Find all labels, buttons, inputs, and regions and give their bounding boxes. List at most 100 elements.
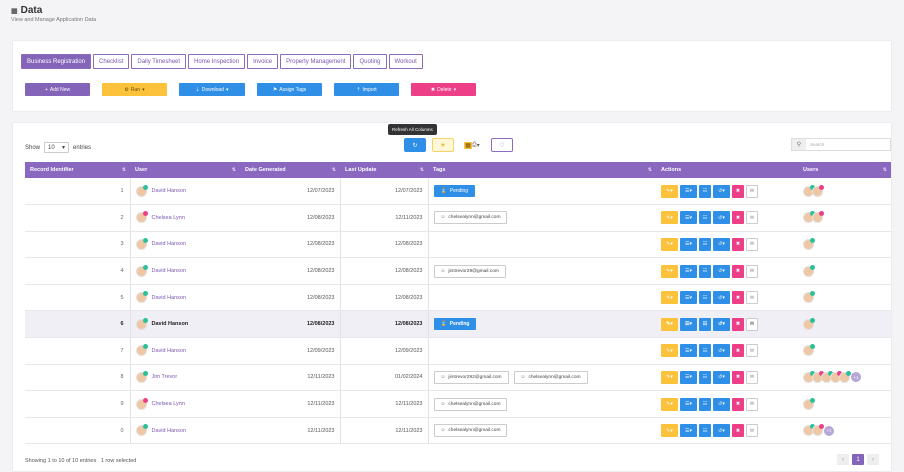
download-button[interactable]: ⇣ Download ▾ bbox=[179, 83, 245, 96]
prev-page-button[interactable]: ‹ bbox=[837, 454, 849, 465]
comment-button[interactable]: ✉ bbox=[746, 184, 758, 198]
delete-row-button[interactable]: ✖ bbox=[732, 317, 744, 331]
edit-button[interactable]: ✎▾ bbox=[661, 237, 678, 251]
comment-button[interactable]: ✉ bbox=[746, 317, 758, 331]
tab-business-registration[interactable]: Business Registration bbox=[21, 54, 92, 69]
refresh-button[interactable]: ↻ bbox=[404, 138, 426, 152]
table-row[interactable]: 7 David Hanson 12/09/2023 12/09/2023 ✎▾ ☰▾ ☷ ↺▾… bbox=[25, 337, 891, 365]
user-link[interactable]: David Hanson bbox=[135, 344, 236, 357]
user-name[interactable]: Chelsea Lynn bbox=[152, 401, 185, 407]
delete-row-button[interactable]: ✖ bbox=[732, 424, 744, 438]
search-input[interactable]: Search bbox=[806, 142, 824, 147]
next-page-button[interactable]: › bbox=[867, 454, 879, 465]
more-users-badge[interactable]: +1 bbox=[824, 425, 834, 436]
tab-checklist[interactable]: Checklist bbox=[93, 54, 130, 69]
tab-property-management[interactable]: Property Management bbox=[280, 54, 352, 69]
view-button[interactable]: ☷ bbox=[699, 370, 711, 384]
table-row[interactable]: 6 David Hanson 12/08/2023 12/08/2023 ⌛ Pendin… bbox=[25, 310, 891, 339]
tab-invoice[interactable]: Invoice bbox=[247, 54, 279, 69]
user-link[interactable]: David Hanson bbox=[135, 264, 236, 277]
history-button[interactable]: ↺▾ bbox=[713, 370, 730, 384]
form-button[interactable]: ☰▾ bbox=[680, 397, 697, 411]
view-button[interactable]: ☷ bbox=[699, 424, 711, 438]
edit-button[interactable]: ✎▾ bbox=[661, 317, 678, 331]
table-row[interactable]: 8 Jim Trevor 12/11/2023 01/02/2024 ☺ jimtrevo… bbox=[25, 364, 891, 392]
history-button[interactable]: ↺▾ bbox=[713, 237, 730, 251]
add-new-button[interactable]: + Add New bbox=[25, 83, 90, 96]
user-name[interactable]: David Hanson bbox=[152, 428, 187, 434]
user-name[interactable]: Jim Trevor bbox=[152, 374, 178, 380]
page-1-button[interactable]: 1 bbox=[852, 454, 864, 465]
delete-row-button[interactable]: ✖ bbox=[732, 211, 744, 225]
user-link[interactable]: David Hanson bbox=[135, 317, 236, 330]
tab-quoting[interactable]: Quoting bbox=[353, 54, 387, 69]
user-name[interactable]: David Hanson bbox=[152, 268, 187, 274]
view-button[interactable]: ☷ bbox=[699, 397, 711, 411]
email-tag[interactable]: ☺ chelsealynn@gmail.com bbox=[513, 370, 588, 384]
table-row[interactable]: 5 David Hanson 12/08/2023 12/08/2023 ✎▾ ☰▾ ☷ ↺▾… bbox=[25, 284, 891, 312]
user-name[interactable]: David Hanson bbox=[152, 295, 187, 301]
form-button[interactable]: ☰▾ bbox=[680, 370, 697, 384]
email-tag[interactable]: ☺ jimtrevor292@gmail.com bbox=[433, 370, 509, 384]
edit-button[interactable]: ✎▾ bbox=[661, 344, 678, 358]
user-name[interactable]: David Hanson bbox=[152, 188, 187, 194]
history-button[interactable]: ↺▾ bbox=[713, 264, 730, 278]
delete-row-button[interactable]: ✖ bbox=[732, 264, 744, 278]
page-size-select[interactable]: 10 ▾ bbox=[44, 142, 70, 153]
column-header-user[interactable]: User ⇅ bbox=[130, 162, 240, 178]
view-button[interactable]: ☷ bbox=[699, 237, 711, 251]
edit-button[interactable]: ✎▾ bbox=[661, 370, 678, 384]
view-button[interactable]: ☷ bbox=[699, 344, 711, 358]
user-link[interactable]: Chelsea Lynn bbox=[135, 397, 236, 410]
history-button[interactable]: ↺▾ bbox=[713, 424, 730, 438]
user-name[interactable]: Chelsea Lynn bbox=[152, 215, 185, 221]
pending-tag[interactable]: ⌛ Pending bbox=[433, 185, 476, 198]
form-button[interactable]: ☰▾ bbox=[680, 424, 697, 438]
view-button[interactable]: ☷ bbox=[699, 291, 711, 305]
view-button[interactable]: ☷ bbox=[699, 211, 711, 225]
column-header-users[interactable]: Users ⇅ bbox=[798, 162, 891, 178]
assign-tags-button[interactable]: ⚑ Assign Tags bbox=[257, 83, 322, 96]
comment-button[interactable]: ✉ bbox=[746, 397, 758, 411]
edit-button[interactable]: ✎▾ bbox=[661, 424, 678, 438]
form-button[interactable]: ☰▾ bbox=[680, 184, 697, 198]
pending-tag[interactable]: ⌛ Pending bbox=[433, 318, 477, 331]
more-users-badge[interactable]: +1 bbox=[851, 372, 861, 383]
table-row[interactable]: 2 Chelsea Lynn 12/08/2023 12/11/2023 ☺ chelse… bbox=[25, 204, 891, 232]
comment-button[interactable]: ✉ bbox=[746, 264, 758, 278]
user-link[interactable]: David Hanson bbox=[135, 237, 236, 250]
email-tag[interactable]: ☺ chelsealynn@gmail.com bbox=[433, 397, 508, 411]
table-row[interactable]: 0 David Hanson 12/11/2023 12/11/2023 ☺ chelse… bbox=[25, 417, 891, 445]
tab-daily-timesheet[interactable]: Daily Timesheet bbox=[131, 54, 187, 69]
view-button[interactable]: ☷ bbox=[699, 264, 711, 278]
history-button[interactable]: ↺▾ bbox=[713, 291, 730, 305]
delete-row-button[interactable]: ✖ bbox=[732, 291, 744, 305]
tab-workout[interactable]: Workout bbox=[388, 54, 423, 69]
column-header-last-update[interactable]: Last Update ⇅ bbox=[340, 162, 428, 178]
comment-button[interactable]: ✉ bbox=[746, 211, 758, 225]
run-button[interactable]: ⚙ Run ▾ bbox=[102, 83, 167, 96]
form-button[interactable]: ☰▾ bbox=[680, 237, 697, 251]
table-row[interactable]: 9 Chelsea Lynn 12/11/2023 12/11/2023 ☺ chelse… bbox=[25, 390, 891, 418]
form-button[interactable]: ☰▾ bbox=[680, 291, 697, 305]
column-header-date-generated[interactable]: Date Generated ⇅ bbox=[240, 162, 340, 178]
user-link[interactable]: Jim Trevor bbox=[135, 370, 236, 383]
table-row[interactable]: 3 David Hanson 12/08/2023 12/08/2023 ✎▾ ☰▾ ☷ ↺▾… bbox=[25, 231, 891, 259]
table-row[interactable]: 1 David Hanson 12/07/2023 12/07/2023 ⌛ Pendin… bbox=[25, 178, 891, 206]
column-header-actions[interactable]: Actions bbox=[656, 162, 798, 178]
email-tag[interactable]: ☺ jimtrevor29@gmail.com bbox=[433, 264, 506, 278]
column-options-button[interactable]: ▦ ⎙ ▾ bbox=[458, 138, 486, 152]
light-toggle-button[interactable]: ☀ bbox=[432, 138, 454, 152]
column-header-record-identifier[interactable]: Record Identifier ⇅ bbox=[25, 162, 130, 178]
filter-button[interactable]: ♡ bbox=[491, 138, 513, 152]
form-button[interactable]: ☰▾ bbox=[680, 264, 697, 278]
comment-button[interactable]: ✉ bbox=[746, 291, 758, 305]
column-header-tags[interactable]: Tags ⇅ bbox=[428, 162, 656, 178]
email-tag[interactable]: ☺ chelsealynn@gmail.com bbox=[433, 424, 508, 438]
tab-home-inspection[interactable]: Home Inspection bbox=[188, 54, 246, 69]
comment-button[interactable]: ✉ bbox=[746, 344, 758, 358]
delete-row-button[interactable]: ✖ bbox=[732, 397, 744, 411]
history-button[interactable]: ↺▾ bbox=[713, 184, 730, 198]
email-tag[interactable]: ☺ chelsealynn@gmail.com bbox=[433, 211, 508, 225]
user-name[interactable]: David Hanson bbox=[152, 321, 189, 327]
